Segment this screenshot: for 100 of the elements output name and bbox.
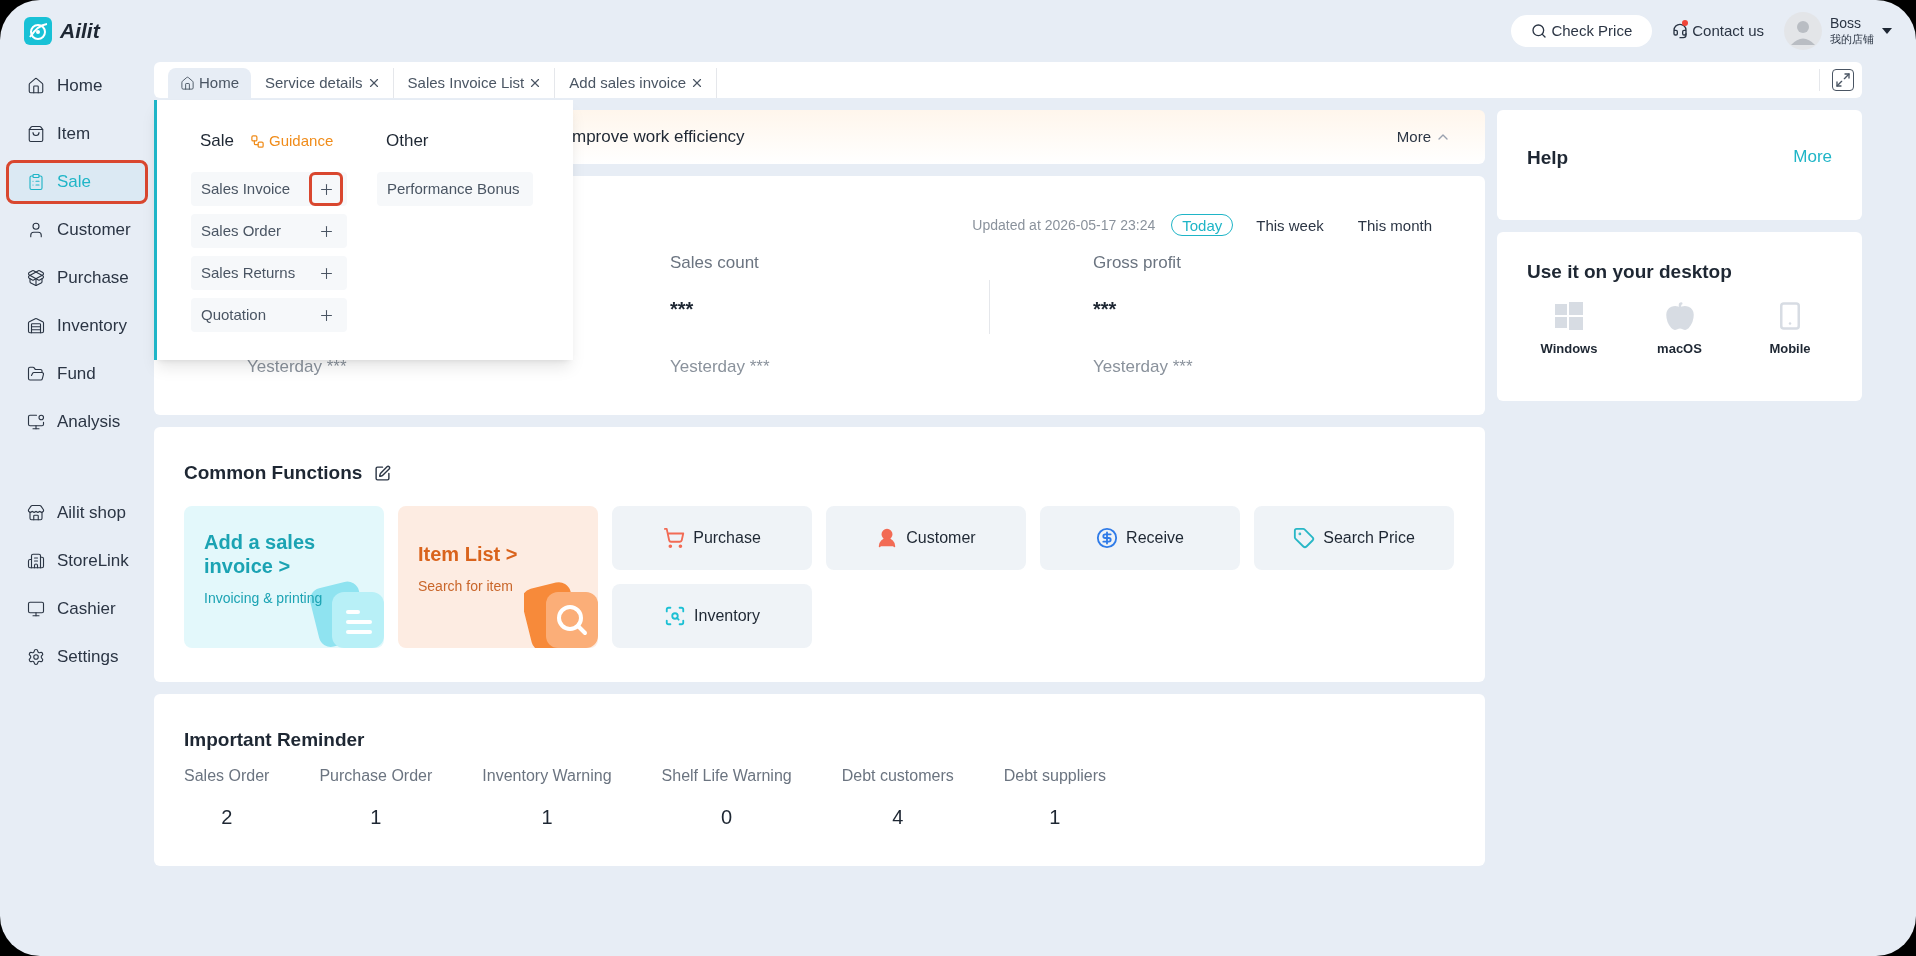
sidebar-item[interactable]: Settings — [6, 635, 148, 679]
reminder-label: Debt suppliers — [1003, 766, 1107, 786]
shortcut-button[interactable]: Purchase — [612, 505, 812, 570]
reminder-count: 2 — [221, 805, 233, 830]
cart-icon — [663, 526, 686, 549]
shortcut-button[interactable]: Customer — [826, 505, 1026, 570]
banner-text: mprove work efficiency — [572, 126, 745, 149]
menu-title: Sale — [200, 130, 235, 153]
feature-subtitle: Invoicing & printing — [204, 588, 324, 608]
app-name: Ailit — [60, 18, 100, 45]
menu-item[interactable]: Sales Invoice — [191, 172, 347, 206]
home-icon — [180, 75, 195, 91]
building-icon — [27, 552, 45, 570]
home-icon — [27, 77, 45, 95]
chart-monitor-icon — [27, 413, 45, 431]
card-title: Use it on your desktop — [1527, 261, 1732, 282]
metric-value: *** — [670, 296, 695, 322]
logo-icon — [24, 17, 52, 45]
sidebar-item[interactable]: Customer — [6, 208, 148, 252]
contact-button[interactable]: Contact us — [1672, 19, 1764, 43]
tag-icon — [1293, 526, 1316, 549]
apple-icon — [1664, 300, 1695, 331]
coin-icon — [1096, 526, 1119, 549]
edit-icon[interactable] — [374, 464, 392, 482]
tab[interactable]: Home — [168, 68, 251, 98]
tab[interactable]: Add sales invoice — [557, 68, 718, 98]
sidebar-item[interactable]: Analysis — [6, 400, 148, 444]
warehouse-icon — [27, 317, 45, 335]
flow-icon — [250, 133, 266, 149]
platform-option[interactable]: Windows — [1529, 300, 1609, 358]
shortcut-button[interactable]: Receive — [1040, 505, 1240, 570]
reminder-label: Inventory Warning — [482, 766, 612, 786]
reminder-label: Debt customers — [841, 766, 954, 786]
package-icon — [27, 269, 45, 287]
reminder-item[interactable]: Sales Order 2 — [184, 764, 270, 832]
store-icon — [27, 504, 45, 522]
tab[interactable]: Service details — [253, 68, 394, 98]
reminder-item[interactable]: Debt suppliers 1 — [1003, 764, 1107, 832]
user-icon — [27, 221, 45, 239]
sidebar-item[interactable]: Purchase — [6, 256, 148, 300]
monitor-icon — [27, 600, 45, 618]
check-price-button[interactable]: Check Price — [1511, 15, 1653, 47]
menu-item[interactable]: Sales Order — [191, 214, 347, 248]
platform-option[interactable]: Mobile — [1750, 300, 1830, 358]
add-button[interactable] — [309, 172, 343, 206]
avatar — [1784, 12, 1822, 50]
reminder-item[interactable]: Inventory Warning 1 — [482, 764, 612, 832]
card-title: Help — [1527, 146, 1569, 170]
fullscreen-icon[interactable] — [1832, 69, 1854, 91]
bag-icon — [27, 125, 45, 143]
period-tab[interactable]: This week — [1245, 214, 1335, 236]
yesterday-value: Yesterday *** — [247, 355, 347, 378]
updated-time: Updated at 2026-05-17 23:24 — [972, 215, 1156, 235]
period-tab[interactable]: This month — [1346, 214, 1443, 236]
sidebar-item[interactable]: Home — [6, 64, 148, 108]
reminder-item[interactable]: Shelf Life Warning 0 — [661, 764, 792, 832]
store-name: 我的店铺 — [1830, 32, 1874, 47]
section-title: Important Reminder — [184, 728, 365, 750]
section-title: Common Functions — [184, 461, 363, 485]
sidebar-item[interactable]: StoreLink — [6, 539, 148, 583]
reminder-count: 1 — [1049, 805, 1061, 830]
folder-icon — [27, 365, 45, 383]
user-menu[interactable]: Boss 我的店铺 — [1784, 12, 1892, 50]
windows-icon — [1554, 300, 1584, 331]
reminder-label: Purchase Order — [319, 766, 433, 786]
clipboard-icon — [27, 173, 45, 191]
menu-item[interactable]: Performance Bonus — [377, 172, 533, 206]
reminder-label: Shelf Life Warning — [661, 766, 792, 786]
sidebar-item[interactable]: Cashier — [6, 587, 148, 631]
metric-value: *** — [1093, 296, 1118, 322]
yesterday-value: Yesterday *** — [1093, 355, 1193, 378]
settings-icon — [27, 648, 45, 666]
reminder-item[interactable]: Purchase Order 1 — [319, 764, 433, 832]
metric-label: Sales count — [670, 252, 760, 274]
sidebar-item[interactable]: Inventory — [6, 304, 148, 348]
sidebar-item[interactable]: Ailit shop — [6, 491, 148, 535]
tab[interactable]: Sales Invoice List — [395, 68, 556, 98]
reminder-count: 1 — [541, 805, 553, 830]
shortcut-button[interactable]: Search Price — [1254, 505, 1454, 570]
feature-subtitle: Search for item — [418, 576, 514, 596]
menu-item[interactable]: Sales Returns — [191, 256, 347, 290]
reminder-item[interactable]: Debt customers 4 — [841, 764, 954, 832]
sidebar-item[interactable]: Fund — [6, 352, 148, 396]
feature-title: Add a sales invoice > — [204, 529, 317, 578]
more-button[interactable]: More — [1396, 125, 1451, 149]
menu-title: Other — [386, 130, 429, 153]
reminder-count: 0 — [721, 805, 733, 830]
metric-label: Gross profit — [1093, 252, 1182, 274]
sidebar-item[interactable]: Item — [6, 112, 148, 156]
search-icon — [1531, 23, 1548, 39]
platform-option[interactable]: macOS — [1639, 300, 1720, 358]
feature-title: Item List > — [418, 541, 519, 566]
headset-icon — [1672, 23, 1689, 39]
yesterday-value: Yesterday *** — [670, 355, 770, 378]
user-name: Boss — [1830, 15, 1863, 33]
reminder-count: 1 — [370, 805, 382, 830]
menu-item[interactable]: Quotation — [191, 298, 347, 332]
shortcut-button[interactable]: Inventory — [612, 583, 812, 648]
reminder-count: 4 — [892, 805, 904, 830]
caret-icon — [1882, 28, 1892, 34]
